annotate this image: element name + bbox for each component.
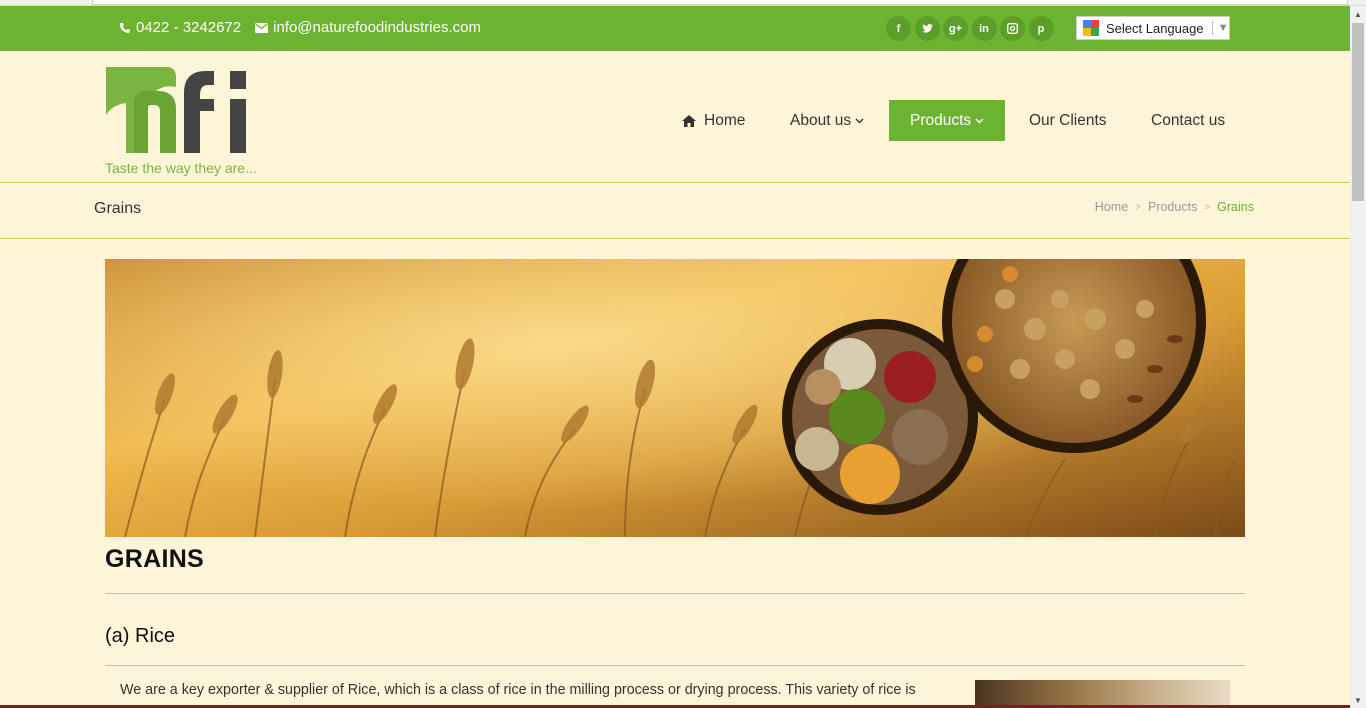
chevron-down-icon <box>855 118 864 123</box>
email-item[interactable]: info@naturefoodindustries.com <box>255 19 481 36</box>
site-logo[interactable]: Taste the way they are... <box>104 65 269 179</box>
vertical-scrollbar[interactable]: ▲ ▼ <box>1350 6 1366 708</box>
nav-about[interactable]: About us <box>790 100 864 141</box>
section-heading: GRAINS <box>105 545 205 573</box>
pinterest-icon[interactable]: p <box>1028 16 1054 41</box>
page-title: Grains <box>94 200 142 217</box>
google-translate-icon <box>1083 20 1099 36</box>
nav-about-label: About us <box>790 111 852 129</box>
nav-home[interactable]: Home <box>682 100 745 141</box>
dropdown-arrow-icon: ▼ <box>1217 22 1229 34</box>
instagram-icon[interactable] <box>1000 16 1025 41</box>
nav-clients-label: Our Clients <box>1029 111 1107 129</box>
sub-heading: (a) Rice <box>105 625 176 647</box>
language-label: Select Language <box>1106 20 1204 36</box>
grains-banner-image <box>105 259 1245 537</box>
twitter-icon[interactable] <box>914 16 940 41</box>
scroll-thumb[interactable] <box>1352 23 1364 201</box>
divider <box>105 665 1245 666</box>
phone-item[interactable]: 0422 - 3242672 <box>119 19 241 36</box>
chevron-right-icon: > <box>1204 201 1211 213</box>
chevron-down-icon <box>975 118 984 123</box>
envelope-icon <box>255 22 269 33</box>
breadcrumb-current: Grains <box>1217 200 1254 214</box>
divider <box>105 593 1245 594</box>
breadcrumb-bar: Grains Home > Products > Grains <box>0 184 1350 239</box>
logo-tagline: Taste the way they are... <box>105 160 257 176</box>
site-header: Taste the way they are... Home About us … <box>0 51 1350 183</box>
scroll-down-icon[interactable]: ▼ <box>1350 692 1366 708</box>
language-divider <box>1211 21 1213 35</box>
breadcrumb-home[interactable]: Home <box>1095 200 1128 214</box>
phone-icon <box>120 22 130 33</box>
home-icon <box>682 114 696 127</box>
nav-contact[interactable]: Contact us <box>1151 100 1225 141</box>
language-select[interactable]: Select Language ▼ <box>1076 16 1230 40</box>
top-bar: 0422 - 3242672 info@naturefoodindustries… <box>0 6 1350 51</box>
browser-tab-edge <box>92 0 1348 5</box>
rice-description: We are a key exporter & supplier of Rice… <box>120 682 916 698</box>
nav-products-label: Products <box>910 111 972 129</box>
nav-products[interactable]: Products <box>889 100 1006 141</box>
rice-thumbnail-image <box>975 680 1230 708</box>
nav-clients[interactable]: Our Clients <box>1029 100 1107 141</box>
email-address: info@naturefoodindustries.com <box>273 19 481 36</box>
chevron-right-icon: > <box>1135 201 1141 213</box>
breadcrumb: Home > Products > Grains <box>1095 200 1254 214</box>
scroll-up-icon[interactable]: ▲ <box>1350 6 1366 22</box>
breadcrumb-products[interactable]: Products <box>1148 200 1197 214</box>
nav-contact-label: Contact us <box>1151 111 1226 129</box>
facebook-icon[interactable]: f <box>886 16 911 41</box>
social-links: f g+ in p <box>886 16 1057 41</box>
nfi-logo-mark <box>106 67 246 153</box>
phone-number: 0422 - 3242672 <box>136 19 242 36</box>
contact-info: 0422 - 3242672 info@naturefoodindustries… <box>119 19 495 36</box>
linkedin-icon[interactable]: in <box>971 16 997 41</box>
nav-home-label: Home <box>704 111 746 129</box>
google-plus-icon[interactable]: g+ <box>943 16 968 41</box>
